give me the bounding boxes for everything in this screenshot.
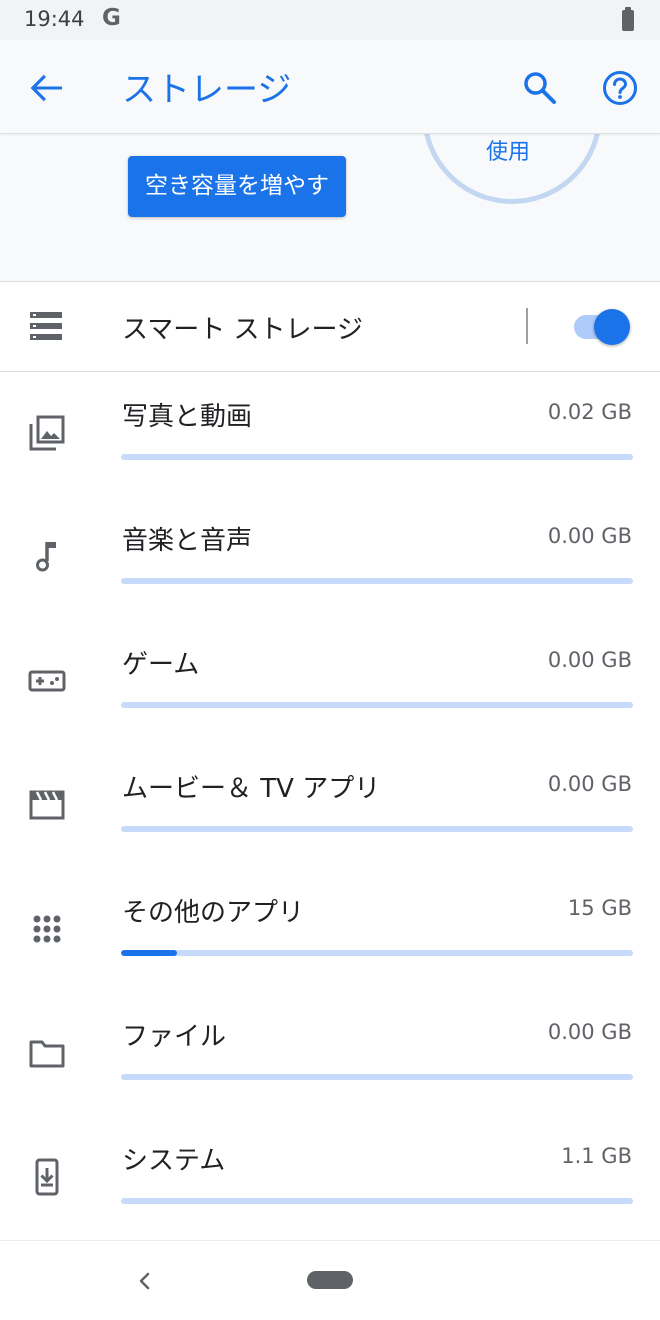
category-row-system[interactable]: システム 1.1 GB — [0, 1116, 660, 1240]
search-icon — [524, 72, 556, 104]
gamepad-icon — [28, 670, 66, 692]
apps-icon — [33, 915, 61, 943]
smart-storage-label: スマート ストレージ — [122, 315, 363, 345]
music-note-icon — [36, 542, 56, 572]
category-row-files[interactable]: ファイル 0.00 GB — [0, 992, 660, 1116]
category-label: その他のアプリ — [122, 898, 305, 928]
category-size: 0.00 GB — [547, 1020, 632, 1044]
usage-bar — [121, 826, 633, 832]
app-bar: ストレージ — [0, 40, 660, 134]
page-title: ストレージ — [122, 70, 292, 110]
divider — [526, 308, 528, 344]
smart-storage-toggle[interactable] — [572, 308, 630, 346]
search-button[interactable] — [516, 64, 564, 112]
category-size: 1.1 GB — [561, 1144, 632, 1168]
toggle-thumb — [594, 309, 630, 345]
movie-icon — [29, 790, 65, 820]
usage-bar-fill — [121, 950, 178, 956]
usage-label: 使用 — [486, 140, 531, 165]
category-row-movies-tv[interactable]: ムービー＆ TV アプリ 0.00 GB — [0, 744, 660, 868]
status-time: 19:44 — [24, 7, 85, 31]
category-row-games[interactable]: ゲーム 0.00 GB — [0, 620, 660, 744]
storage-icon — [30, 312, 62, 340]
help-icon — [603, 71, 637, 105]
folder-icon — [29, 1040, 65, 1068]
usage-bar — [121, 454, 633, 460]
category-size: 0.02 GB — [547, 400, 632, 424]
category-size: 0.00 GB — [547, 648, 632, 672]
usage-bar — [121, 578, 633, 584]
navigation-bar — [0, 1240, 660, 1320]
category-label: ゲーム — [122, 650, 200, 680]
category-row-music[interactable]: 音楽と音声 0.00 GB — [0, 496, 660, 620]
status-bar: 19:44 G — [0, 0, 660, 40]
nav-back-icon[interactable] — [132, 1265, 156, 1297]
category-label: ムービー＆ TV アプリ — [122, 774, 381, 804]
smart-storage-row[interactable]: スマート ストレージ — [0, 282, 660, 372]
category-size: 0.00 GB — [547, 524, 632, 548]
arrow-back-icon — [30, 74, 62, 102]
category-label: システム — [122, 1146, 226, 1176]
category-label: ファイル — [122, 1022, 227, 1052]
battery-icon — [622, 7, 634, 31]
category-label: 写真と動画 — [122, 402, 253, 432]
category-label: 音楽と音声 — [122, 526, 253, 556]
nav-home-pill[interactable] — [307, 1271, 353, 1289]
usage-bar — [121, 1198, 633, 1204]
usage-bar — [121, 950, 633, 956]
usage-bar — [121, 702, 633, 708]
category-size: 15 GB — [567, 896, 632, 920]
system-update-icon — [35, 1158, 59, 1196]
storage-summary: 使用 空き容量を増やす — [0, 134, 660, 282]
help-button[interactable] — [596, 64, 644, 112]
google-g-icon: G — [102, 5, 121, 31]
free-up-space-button[interactable]: 空き容量を増やす — [128, 156, 346, 217]
category-size: 0.00 GB — [547, 772, 632, 796]
photo-icon — [29, 415, 65, 451]
category-row-other-apps[interactable]: その他のアプリ 15 GB — [0, 868, 660, 992]
back-button[interactable] — [22, 64, 70, 112]
usage-bar — [121, 1074, 633, 1080]
category-row-photos[interactable]: 写真と動画 0.02 GB — [0, 372, 660, 496]
